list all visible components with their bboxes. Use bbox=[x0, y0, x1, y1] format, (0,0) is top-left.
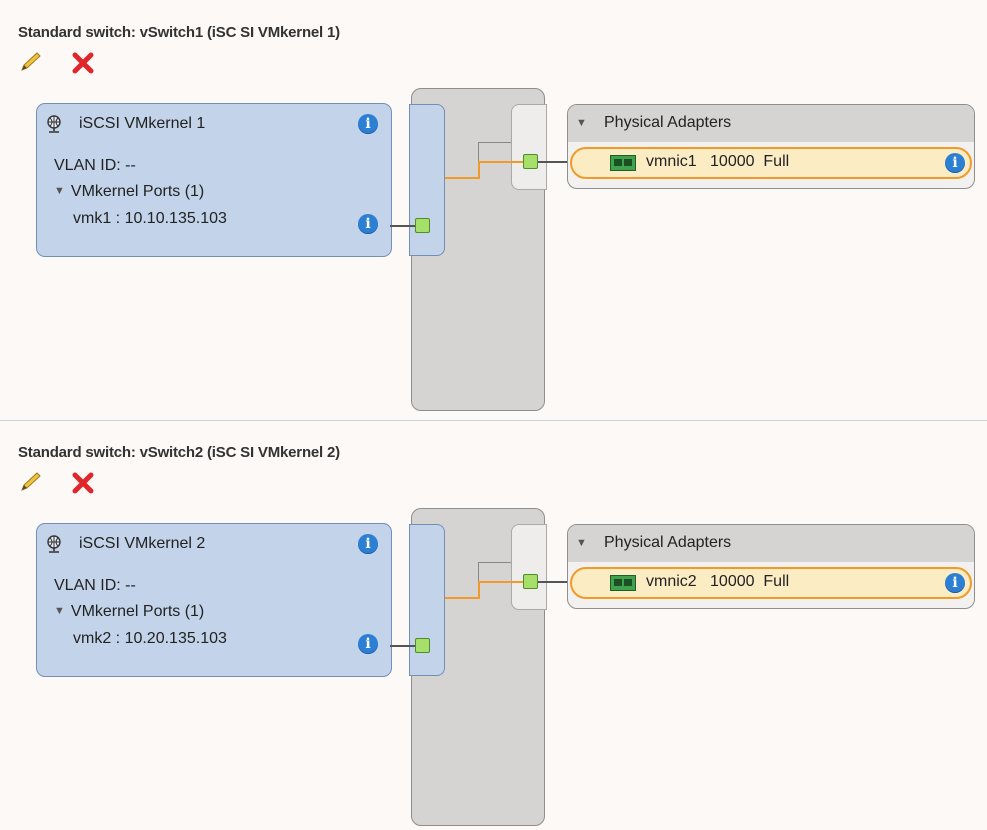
collapse-triangle-icon: ▼ bbox=[54, 605, 65, 617]
port-group-info-icon[interactable]: i bbox=[358, 534, 378, 554]
port-group-info-icon[interactable]: i bbox=[358, 114, 378, 134]
uplink-connector-orange-a bbox=[445, 177, 480, 179]
nic-info-icon[interactable]: i bbox=[945, 153, 965, 173]
edit-switch-button[interactable] bbox=[18, 470, 46, 494]
vlan-id-label: VLAN ID: -- bbox=[54, 157, 136, 174]
network-globe-icon bbox=[47, 115, 61, 133]
remove-switch-button[interactable] bbox=[70, 52, 96, 74]
vmk-info-icon[interactable]: i bbox=[358, 214, 378, 234]
switch-rail-uplink-side bbox=[511, 104, 547, 190]
pencil-icon bbox=[21, 472, 41, 491]
vmk-info-icon[interactable]: i bbox=[358, 634, 378, 654]
red-x-icon bbox=[72, 472, 94, 494]
physical-nic-row[interactable]: vmnic1 10000 Full i bbox=[570, 147, 972, 179]
vmk-connector bbox=[390, 645, 415, 647]
uplink-connector-grey-h bbox=[478, 562, 511, 563]
vmk-switch-port[interactable] bbox=[415, 218, 430, 233]
red-x-icon bbox=[72, 52, 94, 74]
vmk-port-label: vmk1 : 10.10.135.103 bbox=[73, 210, 227, 227]
remove-switch-button[interactable] bbox=[70, 472, 96, 494]
pencil-icon bbox=[21, 52, 41, 71]
vmkernel-ports-toggle[interactable]: ▼ VMkernel Ports (1) bbox=[54, 183, 204, 201]
vmk-connector bbox=[390, 225, 415, 227]
physical-adapters-header[interactable]: ▼ Physical Adapters bbox=[568, 105, 974, 142]
switch-title: Standard switch: vSwitch2 (iSC SI VMkern… bbox=[18, 444, 340, 461]
port-group-name: iSCSI VMkernel 1 bbox=[79, 115, 206, 132]
vmkernel-ports-label: VMkernel Ports (1) bbox=[70, 603, 205, 620]
collapse-triangle-icon: ▼ bbox=[576, 537, 587, 549]
nic-card-icon bbox=[610, 155, 636, 171]
collapse-triangle-icon: ▼ bbox=[54, 185, 65, 197]
uplink-connector-orange-b bbox=[478, 161, 480, 179]
physical-nic-row[interactable]: vmnic2 10000 Full i bbox=[570, 567, 972, 599]
uplink-connector-orange-c bbox=[478, 581, 523, 583]
port-group-card[interactable]: iSCSI VMkernel 1 i VLAN ID: -- ▼ VMkernel… bbox=[36, 103, 392, 257]
physical-adapters-panel: ▼ Physical Adapters vmnic1 10000 Full i bbox=[567, 104, 975, 189]
nic-card-icon bbox=[610, 575, 636, 591]
nic-label: vmnic2 10000 Full bbox=[646, 573, 790, 590]
network-globe-icon bbox=[47, 535, 61, 553]
vlan-id-label: VLAN ID: -- bbox=[54, 577, 136, 594]
nic-connector bbox=[538, 581, 569, 583]
physical-adapters-panel: ▼ Physical Adapters vmnic2 10000 Full i bbox=[567, 524, 975, 609]
nic-info-icon[interactable]: i bbox=[945, 573, 965, 593]
vmkernel-ports-label: VMkernel Ports (1) bbox=[70, 183, 205, 200]
physical-adapters-title: Physical Adapters bbox=[604, 534, 732, 551]
vmk-port-label: vmk2 : 10.20.135.103 bbox=[73, 630, 227, 647]
uplink-connector-orange-b bbox=[478, 581, 480, 599]
edit-switch-button[interactable] bbox=[18, 50, 46, 74]
uplink-connector-orange-a bbox=[445, 597, 480, 599]
uplink-switch-port[interactable] bbox=[523, 574, 538, 589]
collapse-triangle-icon: ▼ bbox=[576, 117, 587, 129]
vmkernel-ports-toggle[interactable]: ▼ VMkernel Ports (1) bbox=[54, 603, 204, 621]
switch-title: Standard switch: vSwitch1 (iSC SI VMkern… bbox=[18, 24, 340, 41]
physical-adapters-title: Physical Adapters bbox=[604, 114, 732, 131]
physical-adapters-header[interactable]: ▼ Physical Adapters bbox=[568, 525, 974, 562]
port-group-name: iSCSI VMkernel 2 bbox=[79, 535, 206, 552]
vswitch2-panel: Standard switch: vSwitch2 (iSC SI VMkern… bbox=[0, 420, 987, 830]
uplink-connector-orange-c bbox=[478, 161, 523, 163]
switch-rail-uplink-side bbox=[511, 524, 547, 610]
nic-connector bbox=[538, 161, 569, 163]
vswitch1-panel: Standard switch: vSwitch1 (iSC SI VMkern… bbox=[0, 0, 987, 411]
uplink-connector-grey-h bbox=[478, 142, 511, 143]
vmk-switch-port[interactable] bbox=[415, 638, 430, 653]
nic-label: vmnic1 10000 Full bbox=[646, 153, 790, 170]
switch-rail-portgroup-side bbox=[409, 104, 445, 256]
port-group-card[interactable]: iSCSI VMkernel 2 i VLAN ID: -- ▼ VMkernel… bbox=[36, 523, 392, 677]
switch-rail-portgroup-side bbox=[409, 524, 445, 676]
uplink-switch-port[interactable] bbox=[523, 154, 538, 169]
